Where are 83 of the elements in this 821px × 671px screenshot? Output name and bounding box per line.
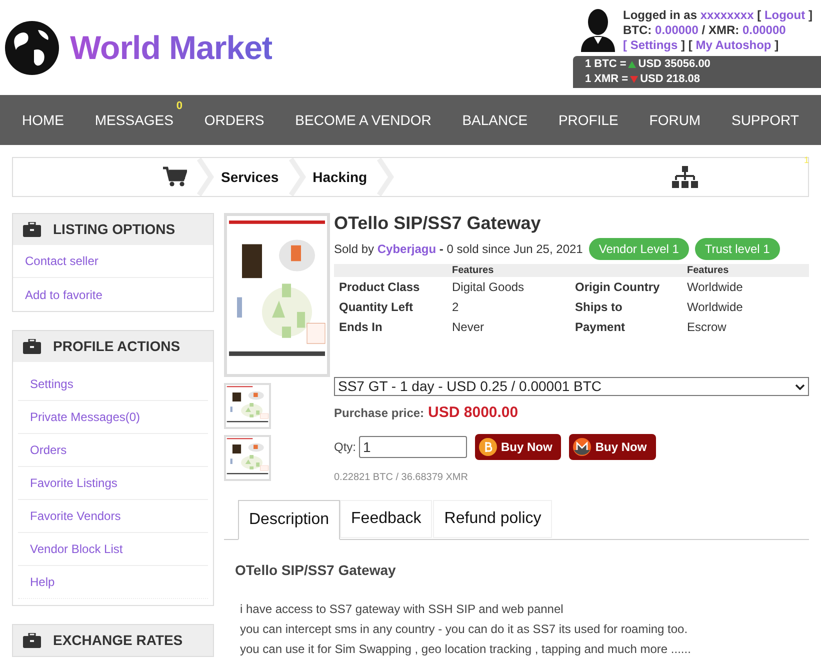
rate-label: 1 BTC = bbox=[585, 56, 626, 72]
seller-info: Sold by Cyberjagu - 0 sold since Jun 25, 2021 bbox=[334, 241, 583, 258]
product-title: OTello SIP/SS7 Gateway bbox=[334, 213, 542, 233]
buy-button[interactable]: Buy Now bbox=[569, 434, 656, 460]
qty-field[interactable]: 1 bbox=[359, 436, 468, 458]
sidebar-link[interactable]: Favorite Listings bbox=[18, 467, 208, 500]
autoshop-link[interactable]: My Autoshop bbox=[696, 38, 772, 52]
table-cell-text: Ships to bbox=[574, 299, 624, 316]
table-cell-text: Payment bbox=[574, 319, 626, 336]
breadcrumb-marker: 1 bbox=[804, 154, 809, 167]
sidebar-link[interactable]: Vendor Block List bbox=[18, 533, 208, 566]
table-cell-text: Worldwide bbox=[687, 279, 744, 296]
description-text: i have access to SS7 gateway with SSH SIP and web pannel bbox=[240, 600, 564, 618]
down-arrow-icon bbox=[630, 76, 638, 82]
sidebar-link[interactable]: Private Messages(0) bbox=[18, 401, 208, 434]
tab[interactable]: Description bbox=[238, 500, 340, 540]
username-link[interactable]: xxxxxxxx bbox=[700, 8, 754, 22]
cart-icon[interactable] bbox=[163, 166, 187, 188]
chevron-icon bbox=[286, 158, 307, 196]
crypto-price: 0.22821 BTC / 36.68379 XMR bbox=[334, 470, 469, 484]
nav-link[interactable]: HOME bbox=[22, 110, 64, 130]
sitemap-icon[interactable] bbox=[672, 166, 698, 188]
globe-icon bbox=[4, 20, 60, 76]
briefcase-icon bbox=[23, 222, 41, 237]
table-cell-text: Worldwide bbox=[687, 299, 744, 316]
nav-link[interactable]: SUPPORT bbox=[731, 110, 799, 130]
table-cell-text: Digital Goods bbox=[452, 279, 526, 296]
chevron-icon bbox=[375, 158, 396, 196]
briefcase-icon bbox=[23, 339, 41, 354]
sidebar-link[interactable]: Settings bbox=[18, 368, 208, 401]
table-cell-text: Never bbox=[452, 319, 486, 336]
table-cell-text: 2 bbox=[452, 299, 460, 316]
sidebar-link[interactable]: Orders bbox=[18, 434, 208, 467]
panel-title: EXCHANGE RATES bbox=[53, 631, 183, 650]
nav-link[interactable]: FORUM bbox=[649, 110, 701, 130]
column-header: Features bbox=[687, 264, 730, 277]
price-value: USD 8000.00 bbox=[428, 403, 518, 423]
breadcrumb-link[interactable]: Services bbox=[221, 166, 279, 188]
rate-label: 1 XMR = bbox=[585, 72, 628, 86]
table-cell-text: Quantity Left bbox=[338, 299, 414, 316]
buy-button[interactable]: Buy Now bbox=[475, 434, 562, 460]
chevron-down-icon bbox=[795, 384, 805, 390]
nav-link[interactable]: BALANCE bbox=[462, 110, 528, 130]
sidebar-link[interactable]: Contact seller bbox=[13, 245, 213, 278]
level-badge: Trust level 1 bbox=[694, 238, 780, 260]
table-cell-text: Product Class bbox=[338, 279, 421, 296]
table-cell-text: Origin Country bbox=[574, 279, 661, 296]
briefcase-icon bbox=[23, 633, 41, 648]
rate-value: USD 35056.00 bbox=[638, 56, 710, 72]
user-avatar-icon bbox=[579, 8, 617, 52]
tab[interactable]: Feedback bbox=[340, 500, 432, 538]
table-cell-text: Ends In bbox=[338, 319, 384, 336]
nav-link[interactable]: PROFILE bbox=[558, 110, 618, 130]
nav-link[interactable]: ORDERS bbox=[204, 110, 264, 130]
panel-title: PROFILE ACTIONS bbox=[53, 337, 180, 356]
nav-link[interactable]: BECOME A VENDOR bbox=[295, 110, 432, 130]
description-text: you can use it for Sim Swapping , geo location tracking , tapping and much more ...... bbox=[240, 640, 692, 658]
description-text: you can intercept sms in any country - you can do it as SS7 its used for roaming too. bbox=[240, 620, 689, 638]
up-arrow-icon bbox=[628, 60, 636, 68]
description-title: OTello SIP/SS7 Gateway bbox=[234, 560, 397, 580]
sidebar-link[interactable]: Add to favorite bbox=[13, 278, 213, 311]
table-cell-text: Escrow bbox=[687, 319, 728, 336]
account-links: [ Settings ] [ My Autoshop ] bbox=[623, 38, 780, 52]
tab[interactable]: Refund policy bbox=[433, 500, 552, 538]
sidebar-link[interactable]: Help bbox=[18, 566, 208, 599]
level-badge: Vendor Level 1 bbox=[588, 238, 689, 260]
message-count: 0 bbox=[176, 98, 182, 114]
settings-link[interactable]: Settings bbox=[630, 38, 678, 52]
option-select[interactable]: SS7 GT - 1 day - USD 0.25 / 0.00001 BTC bbox=[334, 377, 809, 396]
vendor-link[interactable]: Cyberjagu bbox=[377, 242, 436, 256]
column-header: Features bbox=[452, 264, 495, 277]
panel-title: LISTING OPTIONS bbox=[53, 220, 176, 239]
bitcoin-icon bbox=[479, 438, 498, 456]
sidebar-link[interactable]: Favorite Vendors bbox=[18, 500, 208, 533]
qty-label: Qty: bbox=[334, 438, 356, 456]
login-status: Logged in as xxxxxxxx [ Logout ] bbox=[623, 8, 812, 22]
chevron-icon bbox=[195, 158, 215, 196]
logout-link[interactable]: Logout bbox=[764, 8, 806, 22]
rate-value: USD 218.08 bbox=[640, 72, 700, 86]
price-label: Purchase price: bbox=[334, 405, 424, 422]
monero-icon bbox=[573, 438, 592, 456]
balance-text: BTC: 0.00000 / XMR: 0.00000 bbox=[623, 22, 787, 38]
breadcrumb-link[interactable]: Hacking bbox=[312, 166, 368, 188]
